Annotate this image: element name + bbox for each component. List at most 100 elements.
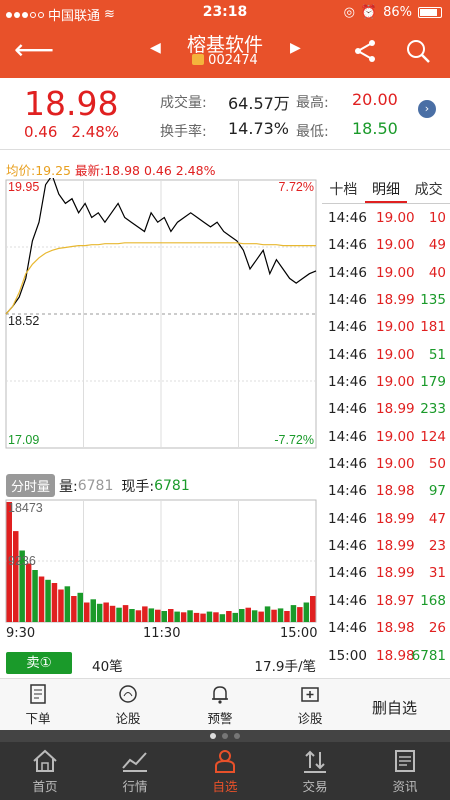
chart-header: 均价:19.25 最新:18.98 0.46 2.48% bbox=[6, 160, 215, 179]
change-value: 0.46 bbox=[24, 123, 58, 141]
order-button[interactable]: 下单 bbox=[8, 683, 68, 727]
action-bar: 下单 论股 预警 诊股 删自选 bbox=[0, 678, 450, 730]
trade-qty: 168 bbox=[420, 592, 446, 609]
trade-time: 14:46 bbox=[328, 428, 367, 445]
diagnose-button[interactable]: 诊股 bbox=[280, 683, 340, 727]
volume-bar bbox=[116, 607, 122, 622]
volume-bar bbox=[32, 570, 38, 622]
volume-mode-button[interactable]: 分时量 bbox=[6, 474, 56, 497]
volume-bar bbox=[180, 612, 187, 622]
trade-row: 14:46 19.00 50 bbox=[322, 450, 450, 477]
volume-bar bbox=[77, 592, 83, 622]
nav-favorites-label: 自选 bbox=[212, 779, 238, 794]
trade-price: 19.00 bbox=[376, 319, 415, 336]
share-icon[interactable] bbox=[352, 38, 378, 64]
more-info-icon[interactable]: › bbox=[418, 100, 436, 118]
low-stat: 最低: 18.50 bbox=[296, 119, 398, 141]
last-price: 18.98 bbox=[24, 84, 119, 123]
volume-bar bbox=[297, 607, 303, 622]
volume-bar bbox=[103, 602, 109, 622]
sell-hand-per-trade: 17.9手/笔 bbox=[254, 659, 316, 675]
remove-favorite-button[interactable]: 删自选 bbox=[372, 697, 417, 718]
price-change: 0.46 2.48% bbox=[24, 123, 133, 141]
battery-icon bbox=[418, 7, 442, 18]
trade-time: 14:46 bbox=[328, 292, 367, 309]
battery-percent: 86% bbox=[383, 5, 412, 20]
discuss-icon bbox=[119, 685, 137, 703]
sell-bar: 卖① 40笔 17.9手/笔 bbox=[6, 652, 316, 675]
nav-trade[interactable]: 交易 bbox=[270, 742, 360, 800]
volume-bar bbox=[284, 611, 290, 622]
volume-bar bbox=[71, 596, 77, 622]
trade-price: 19.00 bbox=[376, 428, 415, 445]
high-value: 20.00 bbox=[352, 90, 398, 109]
trade-qty: 31 bbox=[428, 565, 446, 582]
volume-bar bbox=[129, 609, 135, 622]
trade-qty: 233 bbox=[420, 401, 446, 418]
pct-tick-top: 7.72% bbox=[279, 180, 314, 194]
y-tick-bottom: 17.09 bbox=[8, 433, 39, 447]
nav-favorites[interactable]: 自选 bbox=[180, 742, 270, 800]
status-bar: 中国联通 ≋ 23:18 ◎ ⏰ 86% bbox=[0, 0, 450, 26]
intraday-chart[interactable]: 19.95 18.52 17.09 7.72% -7.72% 18473 9236 bbox=[0, 178, 322, 678]
trade-qty: 6781 bbox=[411, 647, 446, 664]
volume-bar bbox=[38, 576, 45, 622]
nav-home[interactable]: 首页 bbox=[0, 742, 90, 800]
trade-price: 18.99 bbox=[376, 401, 415, 418]
volume-bar bbox=[277, 608, 284, 622]
trade-price: 19.00 bbox=[376, 456, 415, 473]
volume-bar bbox=[239, 609, 245, 622]
nav-news-label: 资讯 bbox=[392, 779, 418, 794]
trade-time: 14:46 bbox=[328, 565, 367, 582]
nav-market[interactable]: 行情 bbox=[90, 742, 180, 800]
trade-time: 14:46 bbox=[328, 237, 367, 254]
trade-qty: 97 bbox=[428, 483, 446, 500]
sell-one-button[interactable]: 卖① bbox=[6, 652, 72, 674]
trade-row: 14:46 18.98 26 bbox=[322, 614, 450, 641]
trade-price: 19.00 bbox=[376, 264, 415, 281]
discuss-button[interactable]: 论股 bbox=[98, 683, 158, 727]
trade-row: 14:46 19.00 40 bbox=[322, 259, 450, 286]
trade-time: 14:46 bbox=[328, 620, 367, 637]
trade-qty: 51 bbox=[428, 346, 446, 363]
trade-time: 14:46 bbox=[328, 210, 367, 226]
trade-row: 14:46 19.00 124 bbox=[322, 423, 450, 450]
volume-bar bbox=[290, 605, 297, 622]
diagnose-label: 诊股 bbox=[297, 711, 323, 726]
alert-button[interactable]: 预警 bbox=[190, 683, 250, 727]
tab-details[interactable]: 明细 bbox=[364, 176, 408, 203]
time-tick-noon: 11:30 bbox=[143, 626, 181, 641]
volume-bar bbox=[226, 611, 232, 622]
trade-tabs: 十档 明细 成交 bbox=[322, 176, 450, 204]
trade-price: 18.99 bbox=[376, 510, 415, 527]
trade-price: 18.98 bbox=[376, 620, 415, 637]
high-stat: 最高: 20.00 bbox=[296, 90, 398, 112]
tab-ten-levels[interactable]: 十档 bbox=[322, 176, 365, 203]
trade-qty: 50 bbox=[428, 456, 446, 473]
trade-qty: 26 bbox=[428, 620, 446, 637]
trade-price: 19.00 bbox=[376, 237, 415, 254]
volume-bar bbox=[232, 612, 238, 622]
nav-trade-label: 交易 bbox=[302, 779, 328, 794]
trade-qty: 23 bbox=[428, 538, 446, 555]
volume-bar bbox=[122, 605, 129, 622]
nav-bar: ⟵ ◀ 榕基软件 002474 ▶ bbox=[0, 26, 450, 78]
nav-news[interactable]: 资讯 bbox=[360, 742, 450, 800]
trade-price: 18.98 bbox=[376, 647, 415, 664]
order-icon bbox=[30, 684, 46, 704]
next-stock-icon[interactable]: ▶ bbox=[290, 40, 301, 56]
volume-bar bbox=[303, 602, 310, 622]
y-tick-mid: 18.52 bbox=[8, 314, 39, 328]
volume-bar bbox=[271, 609, 277, 622]
search-icon[interactable] bbox=[405, 38, 431, 64]
volume-bar bbox=[168, 609, 174, 622]
trade-time: 14:46 bbox=[328, 483, 367, 500]
volume-label: 量: bbox=[59, 478, 78, 495]
change-percent: 2.48% bbox=[71, 123, 120, 141]
volume-bar bbox=[219, 614, 226, 622]
alert-label: 预警 bbox=[207, 711, 233, 726]
volume-value: 64.57万 bbox=[228, 94, 290, 113]
tab-trades[interactable]: 成交 bbox=[407, 176, 450, 203]
favorites-icon bbox=[215, 750, 235, 773]
trade-row: 14:46 18.99 23 bbox=[322, 532, 450, 559]
